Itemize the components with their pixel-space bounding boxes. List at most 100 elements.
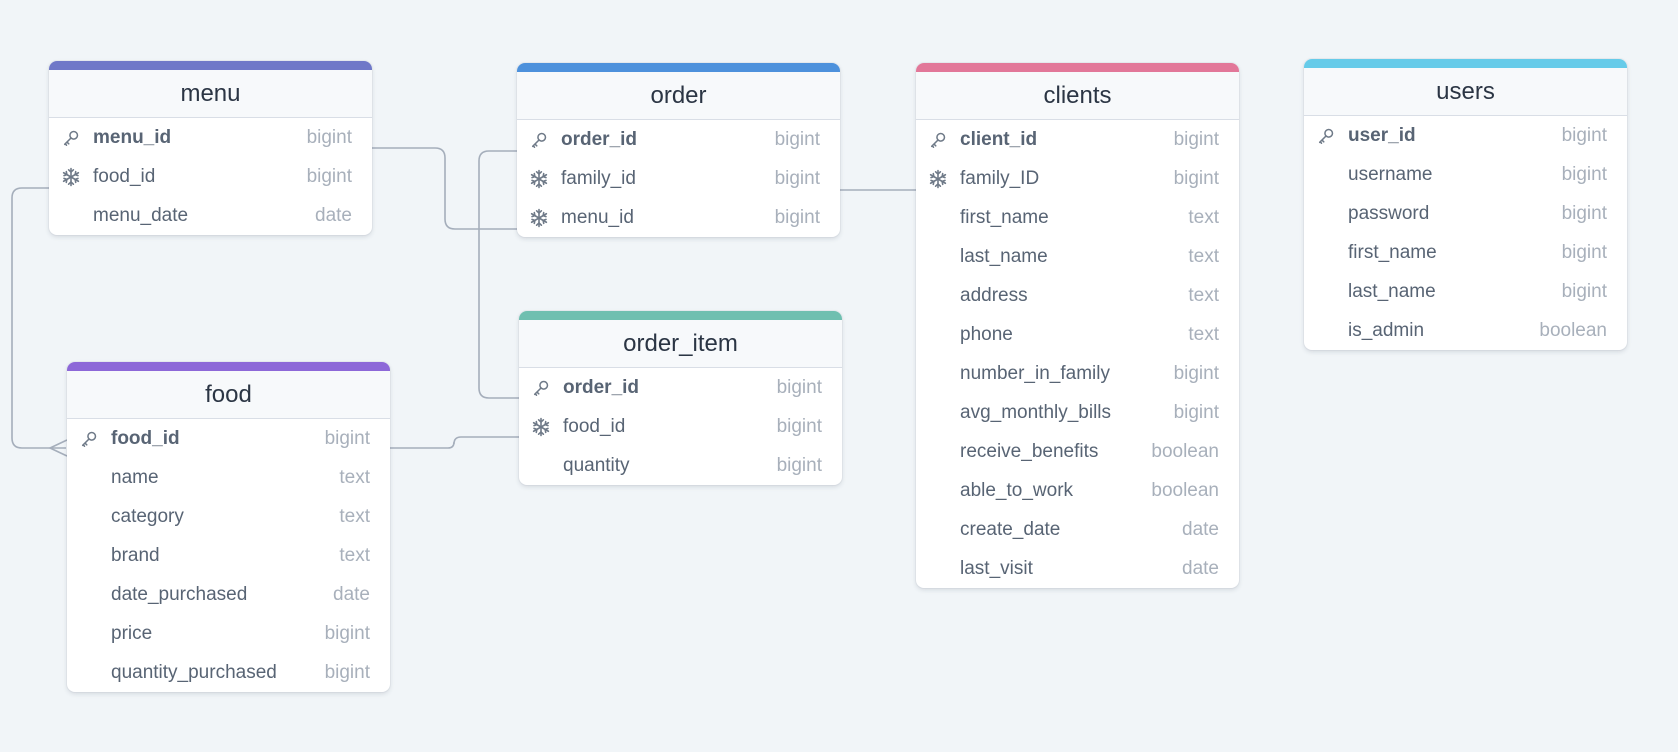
field-icon-placeholder xyxy=(1314,241,1338,265)
field-name: password xyxy=(1348,202,1430,224)
field-icon-placeholder xyxy=(926,479,950,503)
field-name: category xyxy=(111,505,184,527)
field-row-order_id[interactable]: order_id bigint xyxy=(519,368,842,407)
snowflake-icon xyxy=(529,415,553,439)
field-type: text xyxy=(339,466,370,488)
field-row-food_id[interactable]: food_id bigint xyxy=(67,419,390,458)
field-icon-placeholder xyxy=(1314,163,1338,187)
field-row-client_id[interactable]: client_id bigint xyxy=(916,120,1239,159)
field-row-date_purchased[interactable]: date_purchased date xyxy=(67,575,390,614)
field-name: first_name xyxy=(1348,241,1437,263)
field-name: menu_id xyxy=(561,206,634,228)
table-clients[interactable]: clients client_id bigint family_ID bigint fi… xyxy=(916,63,1239,588)
table-order[interactable]: order order_id bigint family_id bigint menu_… xyxy=(517,63,840,237)
field-name: quantity xyxy=(563,454,630,476)
field-row-brand[interactable]: brand text xyxy=(67,536,390,575)
field-name: food_id xyxy=(111,427,180,449)
field-name: name xyxy=(111,466,159,488)
table-food[interactable]: food food_id bigint name text category text br… xyxy=(67,362,390,692)
field-row-first_name[interactable]: first_name bigint xyxy=(1304,233,1627,272)
field-type: bigint xyxy=(776,415,822,437)
field-icon-placeholder xyxy=(77,583,101,607)
table-order_item[interactable]: order_item order_id bigint food_id bigint qu… xyxy=(519,311,842,485)
field-icon-placeholder xyxy=(926,557,950,581)
field-icon-placeholder xyxy=(926,401,950,425)
field-row-order_id[interactable]: order_id bigint xyxy=(517,120,840,159)
table-title: order_item xyxy=(623,329,738,357)
table-header[interactable]: clients xyxy=(916,63,1239,120)
field-type: date xyxy=(315,204,352,226)
field-name: able_to_work xyxy=(960,479,1074,501)
field-row-create_date[interactable]: create_date date xyxy=(916,510,1239,549)
field-icon-placeholder xyxy=(77,544,101,568)
field-type: bigint xyxy=(774,206,820,228)
field-row-quantity[interactable]: quantity bigint xyxy=(519,446,842,485)
field-type: bigint xyxy=(774,167,820,189)
table-header[interactable]: users xyxy=(1304,59,1627,116)
field-type: date xyxy=(1182,557,1219,579)
field-row-family_id[interactable]: family_id bigint xyxy=(517,159,840,198)
field-row-user_id[interactable]: user_id bigint xyxy=(1304,116,1627,155)
field-row-quantity_purchased[interactable]: quantity_purchased bigint xyxy=(67,653,390,692)
field-row-food_id[interactable]: food_id bigint xyxy=(49,157,372,196)
table-users[interactable]: users user_id bigint username bigint passwor… xyxy=(1304,59,1627,350)
field-name: date_purchased xyxy=(111,583,248,605)
field-row-number_in_family[interactable]: number_in_family bigint xyxy=(916,354,1239,393)
key-icon xyxy=(527,128,551,152)
field-icon-placeholder xyxy=(1314,280,1338,304)
field-row-last_name[interactable]: last_name text xyxy=(916,237,1239,276)
table-header[interactable]: order xyxy=(517,63,840,120)
field-row-able_to_work[interactable]: able_to_work boolean xyxy=(916,471,1239,510)
field-row-last_name[interactable]: last_name bigint xyxy=(1304,272,1627,311)
field-type: bigint xyxy=(774,128,820,150)
field-row-password[interactable]: password bigint xyxy=(1304,194,1627,233)
field-row-avg_monthly_bills[interactable]: avg_monthly_bills bigint xyxy=(916,393,1239,432)
field-row-username[interactable]: username bigint xyxy=(1304,155,1627,194)
field-row-address[interactable]: address text xyxy=(916,276,1239,315)
field-name: food_id xyxy=(93,165,156,187)
field-row-phone[interactable]: phone text xyxy=(916,315,1239,354)
field-row-menu_id[interactable]: menu_id bigint xyxy=(49,118,372,157)
field-name: order_id xyxy=(561,128,638,150)
field-row-price[interactable]: price bigint xyxy=(67,614,390,653)
field-type: bigint xyxy=(306,126,352,148)
field-row-food_id[interactable]: food_id bigint xyxy=(519,407,842,446)
key-icon xyxy=(77,427,101,451)
field-row-menu_date[interactable]: menu_date date xyxy=(49,196,372,235)
field-name: user_id xyxy=(1348,124,1416,146)
table-header[interactable]: menu xyxy=(49,61,372,118)
field-name: last_name xyxy=(1348,280,1436,302)
field-name: number_in_family xyxy=(960,362,1110,384)
field-row-family_ID[interactable]: family_ID bigint xyxy=(916,159,1239,198)
field-type: bigint xyxy=(324,661,370,683)
table-title: order xyxy=(650,81,707,109)
field-row-is_admin[interactable]: is_admin boolean xyxy=(1304,311,1627,350)
snowflake-icon xyxy=(926,167,950,191)
table-menu[interactable]: menu menu_id bigint food_id bigint menu_date… xyxy=(49,61,372,235)
field-type: text xyxy=(1188,206,1219,228)
field-type: bigint xyxy=(776,454,822,476)
field-row-receive_benefits[interactable]: receive_benefits boolean xyxy=(916,432,1239,471)
table-header[interactable]: food xyxy=(67,362,390,419)
field-icon-placeholder xyxy=(529,454,553,478)
field-row-last_visit[interactable]: last_visit date xyxy=(916,549,1239,588)
field-icon-placeholder xyxy=(926,518,950,542)
table-header[interactable]: order_item xyxy=(519,311,842,368)
field-row-category[interactable]: category text xyxy=(67,497,390,536)
field-row-menu_id[interactable]: menu_id bigint xyxy=(517,198,840,237)
field-type: bigint xyxy=(1561,241,1607,263)
field-type: date xyxy=(333,583,370,605)
field-name: avg_monthly_bills xyxy=(960,401,1112,423)
field-type: bigint xyxy=(306,165,352,187)
field-name: menu_id xyxy=(93,126,172,148)
field-type: bigint xyxy=(1561,280,1607,302)
field-type: boolean xyxy=(1151,440,1219,462)
field-row-first_name[interactable]: first_name text xyxy=(916,198,1239,237)
field-icon-placeholder xyxy=(1314,202,1338,226)
field-name: receive_benefits xyxy=(960,440,1099,462)
connector-food-food_id-to-order_item-food_id xyxy=(390,436,519,449)
field-name: family_id xyxy=(561,167,636,189)
field-icon-placeholder xyxy=(77,466,101,490)
field-icon-placeholder xyxy=(926,284,950,308)
field-row-name[interactable]: name text xyxy=(67,458,390,497)
